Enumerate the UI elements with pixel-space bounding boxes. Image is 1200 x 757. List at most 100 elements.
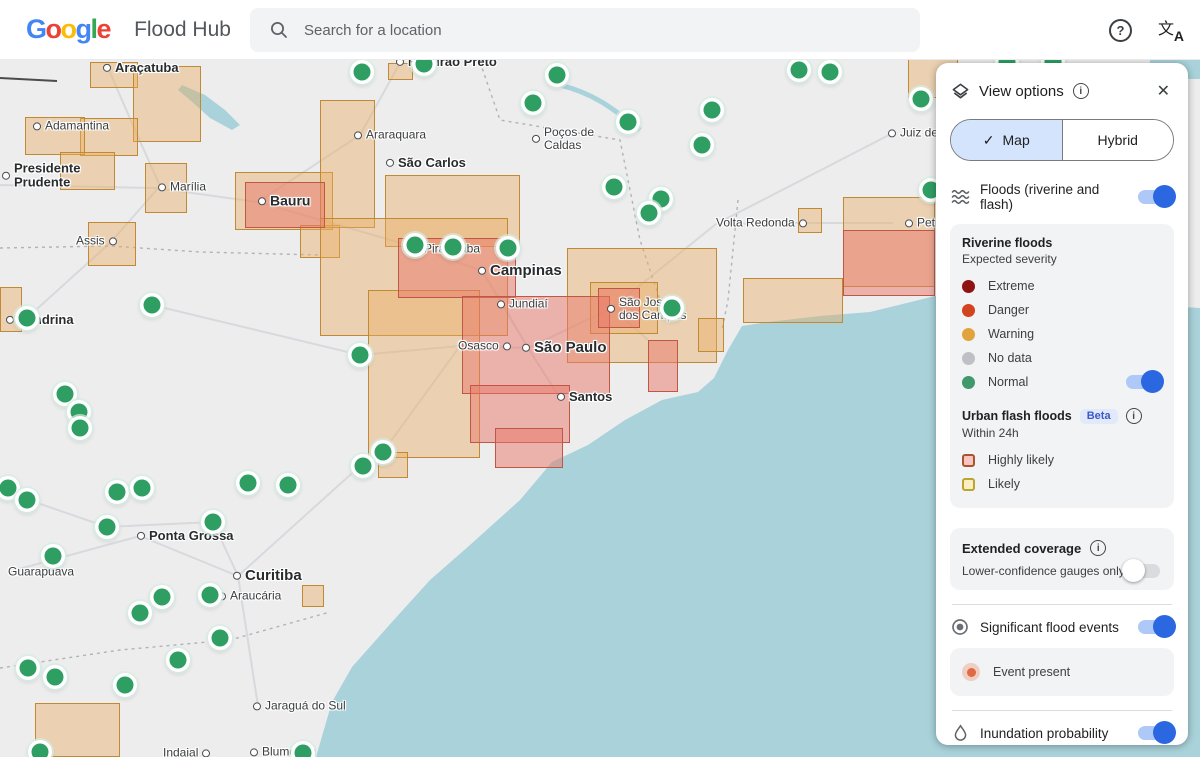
search-icon (270, 21, 288, 39)
logo-letter: o (60, 14, 78, 44)
gauge-marker[interactable] (204, 513, 222, 531)
gauge-marker[interactable] (153, 588, 171, 606)
events-layer-label: Significant flood events (980, 619, 1119, 635)
gauge-marker[interactable] (31, 743, 49, 757)
search-bar[interactable] (250, 8, 920, 52)
gauge-marker[interactable] (353, 63, 371, 81)
language-icon[interactable]: 文A (1158, 17, 1184, 44)
map-type-switcher: ✓ Map Hybrid (950, 119, 1174, 161)
flood-warning-area (698, 318, 724, 352)
divider (952, 604, 1172, 605)
gauge-marker[interactable] (605, 178, 623, 196)
severity-swatch (962, 303, 975, 317)
gauge-marker[interactable] (524, 94, 542, 112)
divider (952, 710, 1172, 711)
flood-danger-area (598, 288, 640, 328)
gauge-marker[interactable] (821, 63, 839, 81)
gauge-marker[interactable] (46, 668, 64, 686)
severity-legend-row: Danger (962, 298, 1162, 322)
flood-warning-area (798, 208, 822, 233)
flood-danger-area (648, 340, 678, 392)
flood-warning-area (25, 117, 85, 155)
help-icon[interactable]: ? (1109, 18, 1132, 42)
gauge-marker[interactable] (18, 309, 36, 327)
view-options-info-icon[interactable]: i (1072, 83, 1089, 99)
close-icon[interactable]: ✕ (1153, 79, 1174, 103)
gauge-marker[interactable] (354, 457, 372, 475)
event-present-label: Event present (993, 665, 1071, 679)
gauge-marker[interactable] (912, 90, 930, 108)
flood-warning-area (90, 62, 138, 88)
gauge-marker[interactable] (693, 136, 711, 154)
gauge-marker[interactable] (116, 676, 134, 694)
logo-letter: g (75, 14, 93, 44)
gauge-marker[interactable] (70, 403, 88, 421)
gauge-marker[interactable] (548, 66, 566, 84)
event-present-swatch (962, 663, 980, 681)
gauge-marker[interactable] (652, 190, 670, 208)
gauge-marker[interactable] (239, 474, 257, 492)
gauge-marker[interactable] (790, 61, 808, 79)
gauge-marker[interactable] (211, 629, 229, 647)
urban-info-icon[interactable]: i (1125, 408, 1142, 424)
check-icon: ✓ (982, 131, 995, 148)
railway (0, 77, 58, 82)
gauge-marker[interactable] (143, 296, 161, 314)
floods-layer-label: Floods (riverine and flash) (980, 182, 1100, 212)
gauge-marker[interactable] (663, 299, 681, 317)
floods-toggle[interactable] (1138, 185, 1176, 208)
gauge-marker[interactable] (19, 659, 37, 677)
gauge-marker[interactable] (56, 385, 74, 403)
extended-coverage-toggle[interactable] (1122, 559, 1160, 582)
gauge-marker[interactable] (619, 113, 637, 131)
search-input[interactable] (302, 20, 846, 40)
urban-label: Likely (988, 477, 1020, 491)
layers-icon (950, 82, 970, 101)
gauge-marker[interactable] (279, 476, 297, 494)
urban-subtitle: Within 24h (962, 426, 1019, 440)
gauge-marker[interactable] (0, 479, 17, 497)
tab-hybrid[interactable]: Hybrid (1061, 120, 1173, 160)
extended-coverage-title: Extended coverage (962, 540, 1082, 556)
severity-label: No data (988, 351, 1032, 365)
gauge-marker[interactable] (18, 491, 36, 509)
inundation-toggle[interactable] (1138, 721, 1176, 744)
gauge-marker[interactable] (44, 547, 62, 565)
floods-legend-card: Riverine floods Expected severity Extrem… (950, 224, 1174, 508)
view-options-panel: View options i ✕ ✓ Map Hybrid Floods (ri… (936, 63, 1188, 745)
gauge-marker[interactable] (98, 518, 116, 536)
gauge-marker[interactable] (294, 744, 312, 757)
gauge-marker[interactable] (133, 479, 151, 497)
gauge-marker[interactable] (444, 238, 462, 256)
gauge-marker[interactable] (108, 483, 126, 501)
flood-warning-area (743, 278, 843, 323)
flood-danger-area (843, 230, 935, 296)
urban-title: Urban flash floods (962, 409, 1072, 423)
gauge-marker[interactable] (71, 419, 89, 437)
severity-label: Extreme (988, 279, 1035, 293)
gauge-marker[interactable] (131, 604, 149, 622)
urban-legend-row: Highly likely (962, 448, 1162, 472)
tab-map[interactable]: ✓ Map (951, 120, 1062, 160)
gauge-marker[interactable] (499, 239, 517, 257)
gauge-marker[interactable] (351, 346, 369, 364)
flood-warning-area (388, 63, 413, 80)
gauge-marker[interactable] (703, 101, 721, 119)
flood-danger-area (245, 182, 325, 228)
gauge-marker[interactable] (201, 586, 219, 604)
gauge-marker[interactable] (374, 443, 392, 461)
gauge-marker[interactable] (406, 236, 424, 254)
logo-letter: e (96, 14, 112, 44)
normal-gauges-toggle[interactable] (1126, 370, 1164, 393)
flood-warning-area (133, 66, 201, 142)
events-toggle[interactable] (1138, 615, 1176, 638)
panel-title: View options (979, 82, 1064, 100)
severity-legend-row: Normal (962, 370, 1164, 394)
google-logo: Google (26, 14, 112, 44)
extended-coverage-info-icon[interactable]: i (1090, 540, 1107, 556)
logo-letter: G (26, 14, 47, 44)
inundation-layer-label: Inundation probability (980, 725, 1109, 741)
gauge-marker[interactable] (640, 204, 658, 222)
flood-warning-area (80, 118, 138, 156)
gauge-marker[interactable] (169, 651, 187, 669)
